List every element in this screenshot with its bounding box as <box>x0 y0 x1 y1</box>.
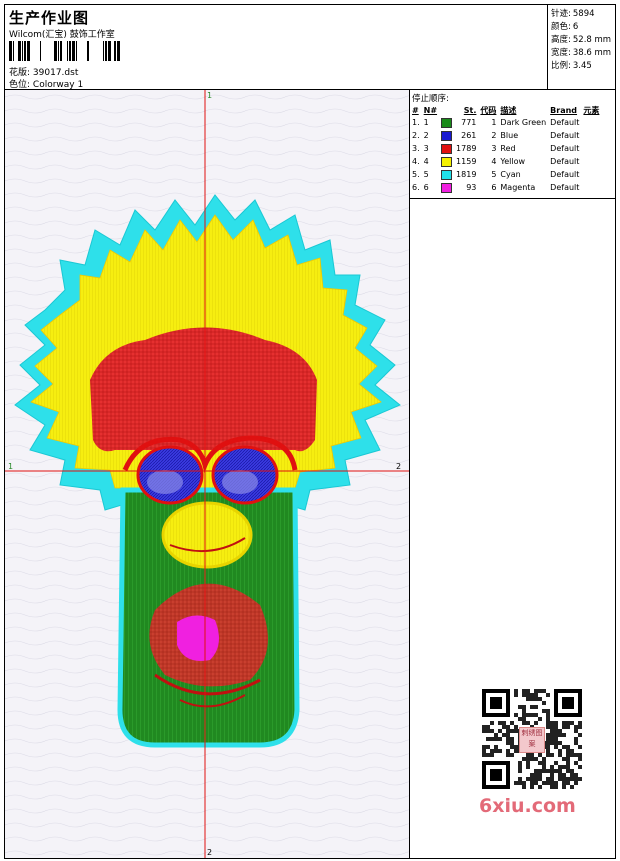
col-description: 描述 <box>500 105 517 115</box>
row-swatch <box>439 168 454 181</box>
table-row: 1. 1 771 1 Dark Green Default <box>410 116 601 129</box>
row-description: Red <box>500 144 516 153</box>
row-swatch <box>439 116 454 129</box>
stat-stitches: 针迹: 5894 <box>551 9 595 19</box>
color-swatch <box>441 156 453 167</box>
row-brand: Default <box>550 131 580 140</box>
row-code: 3 <box>491 144 497 153</box>
row-elements <box>581 142 601 155</box>
color-swatch <box>441 182 453 193</box>
col-brand: Brand <box>550 105 578 115</box>
embroidery-preview: 1 1 2 2 <box>5 90 410 858</box>
row-description: Magenta <box>500 183 536 192</box>
row-stitches: 1819 <box>456 170 477 179</box>
row-elements <box>581 168 601 181</box>
row-description: Cyan <box>500 170 521 179</box>
row-description: Blue <box>500 131 519 140</box>
row-brand: Default <box>550 144 580 153</box>
col-code: 代码 <box>480 105 497 115</box>
watermark: 6xiu.com <box>479 795 576 817</box>
color-swatch <box>441 130 453 141</box>
row-elements <box>581 116 601 129</box>
worksheet-title: 生产作业图 <box>9 9 90 27</box>
stat-width: 宽度: 38.6 mm <box>551 48 612 58</box>
colorway-value: Colorway 1 <box>32 80 84 90</box>
row-stitches: 1789 <box>456 144 477 153</box>
table-row: 6. 6 93 6 Magenta Default <box>410 181 601 194</box>
color-swatch <box>441 169 453 180</box>
colorway-label: 色位: <box>9 80 31 90</box>
stop-sequence-title: 停止顺序: <box>412 94 449 104</box>
barcode <box>9 41 120 61</box>
row-stitches: 261 <box>461 131 477 140</box>
row-num: 5. <box>412 170 420 179</box>
table-row: 4. 4 1159 4 Yellow Default <box>410 155 601 168</box>
row-stitches: 771 <box>461 118 477 127</box>
color-swatch <box>441 143 453 154</box>
table-row: 3. 3 1789 3 Red Default <box>410 142 601 155</box>
row-num: 2. <box>412 131 420 140</box>
row-code: 1 <box>491 118 497 127</box>
row-num: 4. <box>412 157 420 166</box>
axis-label-bottom: 2 <box>207 848 213 857</box>
production-worksheet: 生产作业图 Wilcom(汇宝) 鼓饰工作室 花版: 39017.dst 色位:… <box>4 4 616 859</box>
row-brand: Default <box>550 183 580 192</box>
axis-label-right: 2 <box>396 462 402 471</box>
row-needle: 1 <box>423 118 429 127</box>
col-num: # <box>412 105 419 115</box>
qr-badge: 刺绣图案 <box>519 727 545 753</box>
company-name: Wilcom(汇宝) 鼓饰工作室 <box>9 30 115 40</box>
row-brand: Default <box>550 157 580 166</box>
stats-panel: 针迹: 5894 颜色: 6 高度: 52.8 mm 宽度: 38.6 mm 比例: 3.… <box>547 5 616 89</box>
row-swatch <box>439 155 454 168</box>
worksheet-header: 生产作业图 Wilcom(汇宝) 鼓饰工作室 花版: 39017.dst 色位:… <box>5 5 615 90</box>
row-num: 3. <box>412 144 420 153</box>
stop-sequence-rows: 1. 1 771 1 Dark Green Default 2. 2 261 2 Blue Defau… <box>410 116 601 194</box>
table-row: 5. 5 1819 5 Cyan Default <box>410 168 601 181</box>
embroidery-design-image <box>5 90 409 858</box>
stat-scale: 比例: 3.45 <box>551 61 592 71</box>
row-swatch <box>439 142 454 155</box>
row-code: 5 <box>491 170 497 179</box>
stat-colors: 颜色: 6 <box>551 22 579 32</box>
axis-label-left: 1 <box>8 462 14 471</box>
row-swatch <box>439 129 454 142</box>
row-brand: Default <box>550 170 580 179</box>
row-needle: 4 <box>423 157 429 166</box>
colorway: 色位: Colorway 1 <box>9 77 83 90</box>
stop-sequence-panel: 停止顺序: # N# St. 代码 描述 Brand 元素 1. 1 771 1 Dar… <box>410 90 615 199</box>
row-stitches: 93 <box>466 183 477 192</box>
row-description: Dark Green <box>500 118 547 127</box>
row-stitches: 1159 <box>456 157 477 166</box>
axis-label-top: 1 <box>207 91 213 100</box>
row-needle: 6 <box>423 183 429 192</box>
row-needle: 5 <box>423 170 429 179</box>
row-elements <box>581 155 601 168</box>
col-stitches: St. <box>463 105 477 115</box>
stat-height: 高度: 52.8 mm <box>551 35 612 45</box>
row-code: 4 <box>491 157 497 166</box>
col-needle: N# <box>423 105 438 115</box>
table-header-row: # N# St. 代码 描述 Brand 元素 <box>410 104 601 116</box>
row-elements <box>581 181 601 194</box>
row-brand: Default <box>550 118 580 127</box>
row-needle: 2 <box>423 131 429 140</box>
row-swatch <box>439 181 454 194</box>
row-code: 2 <box>491 131 497 140</box>
row-description: Yellow <box>500 157 526 166</box>
color-swatch <box>441 117 453 128</box>
stop-sequence-table: # N# St. 代码 描述 Brand 元素 1. 1 771 1 Dark Gree… <box>410 104 601 194</box>
row-elements <box>581 129 601 142</box>
row-code: 6 <box>491 183 497 192</box>
row-num: 1. <box>412 118 420 127</box>
row-num: 6. <box>412 183 420 192</box>
col-elements: 元素 <box>583 105 600 115</box>
table-row: 2. 2 261 2 Blue Default <box>410 129 601 142</box>
row-needle: 3 <box>423 144 429 153</box>
